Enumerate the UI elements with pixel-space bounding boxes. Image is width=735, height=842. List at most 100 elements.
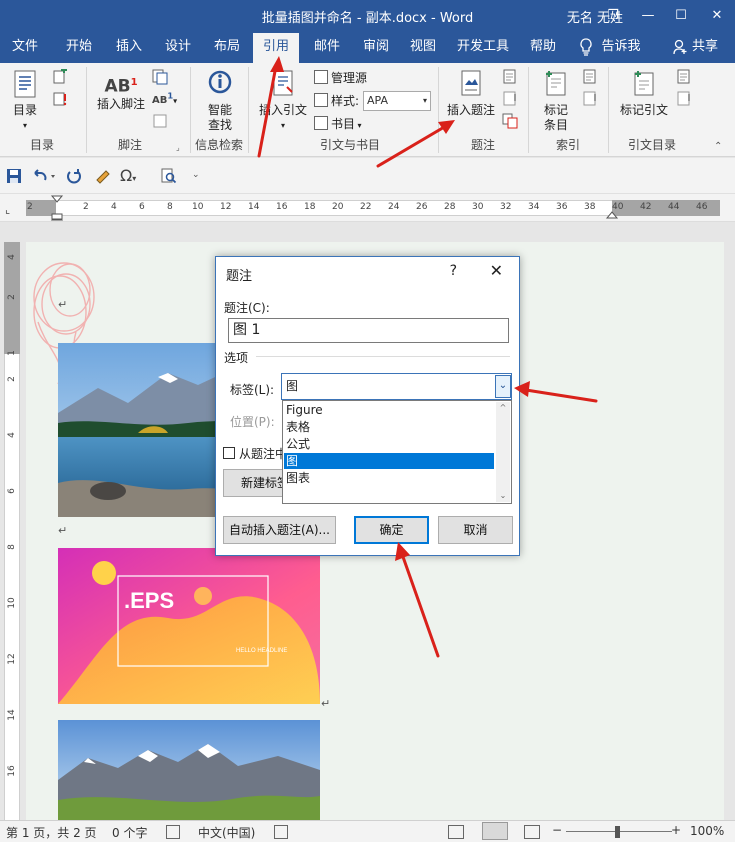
dropdown-option-chart[interactable]: 图表 [284, 470, 494, 486]
manage-sources-button[interactable]: 管理源 [314, 70, 374, 86]
cross-reference-icon[interactable] [502, 113, 518, 129]
citation-style-select[interactable]: APA ▾ [363, 91, 431, 111]
collapse-ribbon-icon[interactable]: ⌃ [714, 141, 728, 153]
share-person-icon[interactable] [672, 31, 688, 63]
show-notes-icon[interactable] [152, 113, 168, 129]
scroll-down-icon[interactable]: ⌄ [496, 490, 510, 502]
vertical-ruler[interactable]: 4 2 1 2 4 6 8 10 12 14 16 [0, 222, 24, 822]
tab-help[interactable]: 帮助 [522, 31, 564, 63]
bibliography-button[interactable]: 书目 ▾ [314, 116, 374, 133]
horizontal-ruler[interactable]: ⌞ 2 2 4 6 8 10 12 14 16 18 20 22 24 26 2… [0, 194, 735, 222]
ruler-number: 16 [276, 202, 288, 212]
ruler-number: 26 [416, 202, 428, 212]
maximize-button[interactable]: ☐ [664, 0, 698, 31]
quick-access-toolbar: Ω▾ ⌄ [0, 158, 735, 194]
tab-design[interactable]: 设计 [157, 31, 199, 63]
eps-gradient-image[interactable]: .EPS HELLO HEADLINE [58, 548, 320, 704]
cancel-button[interactable]: 取消 [438, 516, 513, 544]
mark-citation-button[interactable]: 标记引文 [616, 69, 672, 118]
dropdown-option-figure[interactable]: Figure [284, 402, 494, 418]
insert-footnote-button[interactable]: AB1 插入脚注 [92, 75, 150, 112]
update-index-icon[interactable] [582, 91, 598, 107]
redo-icon[interactable] [66, 168, 82, 184]
symbol-omega-icon[interactable]: Ω▾ [120, 166, 150, 185]
page-count[interactable]: 第 1 页，共 2 页 [6, 824, 97, 841]
print-layout-icon[interactable] [482, 822, 508, 840]
dialog-close-button[interactable]: ✕ [490, 261, 503, 280]
zoom-level[interactable]: 100% [690, 824, 724, 838]
close-window-button[interactable]: ✕ [700, 0, 734, 31]
ruler-number: 4 [7, 254, 17, 260]
ruler-number: 46 [696, 202, 708, 212]
ok-button[interactable]: 确定 [354, 516, 429, 544]
toc-button[interactable]: 目录 ▾ [8, 69, 42, 133]
zoom-slider-thumb[interactable] [615, 826, 620, 838]
tab-stop-selector-icon[interactable]: ⌞ [5, 203, 17, 216]
dropdown-option-figure-cn[interactable]: 图 [284, 453, 494, 469]
insert-caption-button[interactable]: 插入题注 [444, 69, 498, 118]
insert-citation-button[interactable]: 插入引文 ▾ [256, 69, 310, 133]
label-dropdown-chevron-icon[interactable]: ⌄ [495, 375, 511, 398]
eps-title-text: .EPS [124, 588, 174, 613]
caption-input[interactable]: 图 1 [228, 318, 509, 343]
next-footnote-icon[interactable]: AB1▾ [152, 91, 178, 107]
tab-references[interactable]: 引用 [253, 33, 299, 63]
smart-lookup-label-2: 查找 [207, 118, 232, 132]
label-select[interactable]: 图 [281, 373, 512, 400]
tab-view[interactable]: 视图 [402, 31, 444, 63]
tab-home[interactable]: 开始 [58, 31, 100, 63]
zoom-in-icon[interactable]: + [671, 823, 681, 837]
help-button[interactable]: ? [450, 263, 457, 279]
customize-qat-icon[interactable]: ⌄ [192, 170, 208, 186]
toc-dropdown-icon: ▾ [22, 121, 27, 130]
snowy-mountains-image[interactable] [58, 720, 320, 820]
footnotes-dialog-launcher-icon[interactable]: ⌟ [176, 143, 186, 153]
exclude-label-checkbox[interactable] [223, 447, 235, 459]
add-text-icon[interactable] [52, 67, 68, 85]
tab-insert[interactable]: 插入 [108, 31, 150, 63]
mark-entry-icon [546, 71, 566, 96]
dropdown-option-table[interactable]: 表格 [284, 419, 494, 435]
dropdown-option-equation[interactable]: 公式 [284, 436, 494, 452]
ruler-number: 10 [192, 202, 204, 212]
scroll-up-icon[interactable]: ^ [496, 402, 510, 414]
language-indicator[interactable]: 中文(中国) [198, 824, 255, 841]
update-table-of-authorities-icon[interactable] [676, 91, 692, 107]
insert-index-icon[interactable] [582, 69, 598, 85]
lightbulb-icon[interactable] [574, 31, 598, 63]
undo-icon[interactable] [32, 168, 58, 184]
tab-mailings[interactable]: 邮件 [306, 31, 348, 63]
ruler-number: 8 [167, 202, 173, 212]
share-button[interactable]: 共享 [688, 31, 722, 63]
autocaption-button[interactable]: 自动插入题注(A)... [223, 516, 336, 544]
ribbon-display-options-icon[interactable]: ❐ [596, 0, 630, 31]
minimize-button[interactable]: — [631, 0, 665, 31]
indent-marker-icon[interactable] [50, 194, 64, 222]
tab-layout[interactable]: 布局 [206, 31, 248, 63]
tell-me-box[interactable]: 告诉我 [598, 31, 644, 63]
print-preview-icon[interactable] [160, 168, 177, 184]
tab-developer[interactable]: 开发工具 [452, 31, 514, 63]
tab-file[interactable]: 文件 [4, 31, 46, 63]
update-figure-table-icon[interactable] [502, 91, 518, 107]
macro-record-icon[interactable] [274, 825, 288, 839]
insert-endnote-icon[interactable] [152, 69, 168, 85]
smart-lookup-button[interactable]: 智能 查找 [200, 69, 240, 133]
eps-subtitle-text: HELLO HEADLINE [236, 648, 287, 654]
format-painter-icon[interactable] [94, 168, 110, 184]
proofing-icon[interactable] [166, 825, 180, 839]
save-icon[interactable] [6, 168, 22, 184]
ruler-number: 24 [388, 202, 400, 212]
update-table-icon[interactable] [52, 91, 68, 107]
mark-entry-button[interactable]: 标记 条目 [536, 69, 576, 133]
web-layout-icon[interactable] [524, 825, 540, 839]
tab-review[interactable]: 审阅 [355, 31, 397, 63]
insert-table-of-authorities-icon[interactable] [676, 69, 692, 85]
label-dropdown-list[interactable]: Figure 表格 公式 图 图表 ^ ⌄ [282, 400, 512, 504]
new-label-button[interactable]: 新建标签 [223, 469, 287, 497]
read-mode-icon[interactable] [448, 825, 464, 839]
insert-table-of-figures-icon[interactable] [502, 69, 518, 85]
dropdown-scrollbar[interactable]: ^ ⌄ [496, 402, 510, 502]
zoom-out-icon[interactable]: − [552, 823, 562, 837]
word-count[interactable]: 0 个字 [112, 824, 147, 841]
